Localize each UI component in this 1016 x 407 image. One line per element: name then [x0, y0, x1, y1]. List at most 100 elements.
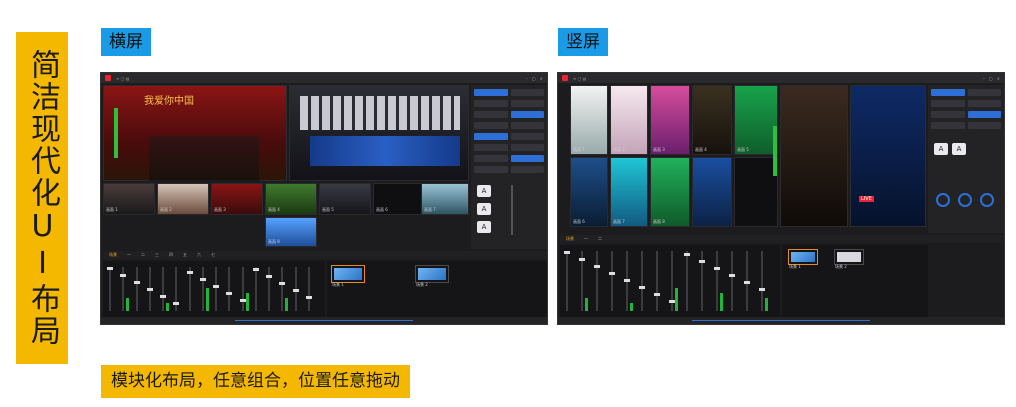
source-cell[interactable]: 画面 8 [265, 217, 317, 247]
preview-monitor[interactable] [773, 85, 848, 227]
fader-track[interactable] [594, 251, 600, 311]
minimize-icon[interactable]: – [983, 76, 985, 81]
source-cell[interactable]: 画面 1 [103, 183, 155, 215]
fader-knob[interactable] [160, 295, 166, 298]
transition-slider[interactable] [511, 185, 513, 235]
control-row[interactable] [474, 110, 544, 119]
source-cell[interactable] [734, 157, 778, 227]
menu-bar[interactable]: ≡ ▢ ▤ [116, 76, 129, 81]
fader-knob[interactable] [759, 288, 765, 291]
fader-track[interactable] [759, 251, 765, 311]
fader-track[interactable] [305, 267, 312, 311]
gauge-dial[interactable] [958, 193, 972, 207]
fader-knob[interactable] [624, 279, 630, 282]
fader-knob[interactable] [186, 271, 193, 274]
fader-track[interactable] [146, 267, 153, 311]
control-row[interactable] [474, 143, 544, 152]
fader-track[interactable] [684, 251, 690, 311]
close-icon[interactable]: × [540, 76, 543, 81]
control-row[interactable] [474, 154, 544, 163]
fader-knob[interactable] [279, 282, 286, 285]
control-row[interactable] [931, 121, 1001, 130]
fader-track[interactable] [107, 267, 113, 311]
control-row[interactable] [931, 110, 1001, 119]
fader-track[interactable] [173, 267, 180, 311]
control-row[interactable] [931, 88, 1001, 97]
fader-track[interactable] [744, 251, 750, 311]
source-cell[interactable]: 画面 2 [157, 183, 209, 215]
control-row[interactable] [474, 132, 544, 141]
fader-track[interactable] [624, 251, 630, 311]
control-row[interactable] [474, 99, 544, 108]
fader-knob[interactable] [699, 260, 705, 263]
fader-knob[interactable] [120, 274, 127, 277]
control-row[interactable] [931, 99, 1001, 108]
tab-item[interactable]: 二 [598, 236, 602, 242]
fader-track[interactable] [729, 251, 735, 311]
progress-bar[interactable] [691, 320, 871, 321]
fader-knob[interactable] [609, 272, 615, 275]
fader-track[interactable] [239, 267, 246, 311]
fader-knob[interactable] [213, 285, 219, 288]
tab-item[interactable]: 六 [197, 252, 201, 258]
source-cell[interactable]: 画面 4 [692, 85, 732, 155]
fader-knob[interactable] [292, 289, 299, 292]
tab-item[interactable]: 一 [127, 252, 131, 258]
fader-track[interactable] [226, 267, 233, 311]
fader-knob[interactable] [564, 251, 570, 254]
source-cell[interactable]: 画面 7 [610, 157, 648, 227]
scene-thumbnail[interactable]: 场景 1 [331, 265, 365, 287]
fader-track[interactable] [279, 267, 286, 311]
menu-bar[interactable]: ≡ ▢ ▤ [573, 76, 586, 81]
fader-knob[interactable] [729, 274, 735, 277]
font-a-button[interactable]: A [477, 221, 491, 233]
fader-knob[interactable] [594, 265, 600, 268]
fader-knob[interactable] [252, 268, 259, 271]
fader-track[interactable] [292, 267, 299, 311]
fader-track[interactable] [213, 267, 219, 311]
fader-knob[interactable] [744, 281, 750, 284]
fader-knob[interactable] [199, 278, 206, 281]
fader-knob[interactable] [579, 258, 585, 261]
control-row[interactable] [474, 165, 544, 174]
source-cell[interactable]: 画面 6 [570, 157, 608, 227]
control-row[interactable] [474, 88, 544, 97]
program-monitor[interactable] [289, 85, 469, 181]
fader-track[interactable] [266, 267, 272, 311]
fader-knob[interactable] [226, 292, 233, 295]
tab-item[interactable]: 三 [155, 252, 159, 258]
source-cell[interactable]: 画面 6 [373, 183, 425, 215]
progress-bar[interactable] [234, 320, 414, 321]
fader-track[interactable] [639, 251, 645, 311]
source-cell[interactable]: 画面 3 [211, 183, 263, 215]
fader-track[interactable] [133, 267, 140, 311]
fader-track[interactable] [199, 267, 206, 311]
fader-track[interactable] [579, 251, 585, 311]
scene-thumbnail[interactable]: 场景 1 [788, 249, 818, 269]
font-a-button[interactable]: A [934, 143, 948, 155]
font-a-button[interactable]: A [952, 143, 966, 155]
fader-track[interactable] [186, 267, 193, 311]
fader-track[interactable] [564, 251, 570, 311]
tab-item[interactable]: 七 [211, 252, 215, 258]
fader-knob[interactable] [684, 253, 690, 256]
source-cell[interactable]: 画面 5 [734, 85, 778, 155]
fader-track[interactable] [669, 251, 675, 311]
source-cell[interactable]: 画面 3 [650, 85, 690, 155]
fader-knob[interactable] [266, 275, 272, 278]
preview-monitor[interactable]: 我爱你中国 [103, 85, 287, 181]
fader-track[interactable] [699, 251, 705, 311]
program-monitor[interactable]: LIVE [850, 85, 926, 227]
fader-knob[interactable] [133, 281, 140, 284]
close-icon[interactable]: × [997, 76, 1000, 81]
fader-track[interactable] [654, 251, 660, 311]
control-row[interactable] [474, 121, 544, 130]
gauge-dial[interactable] [980, 193, 994, 207]
fader-knob[interactable] [146, 288, 153, 291]
scene-thumbnail[interactable]: 场景 2 [415, 265, 449, 287]
source-cell[interactable]: 画面 1 [570, 85, 608, 155]
tab-item[interactable]: 五 [183, 252, 187, 258]
tab-item[interactable]: 四 [169, 252, 173, 258]
fader-track[interactable] [160, 267, 166, 311]
tab-item[interactable]: 一 [584, 236, 588, 242]
